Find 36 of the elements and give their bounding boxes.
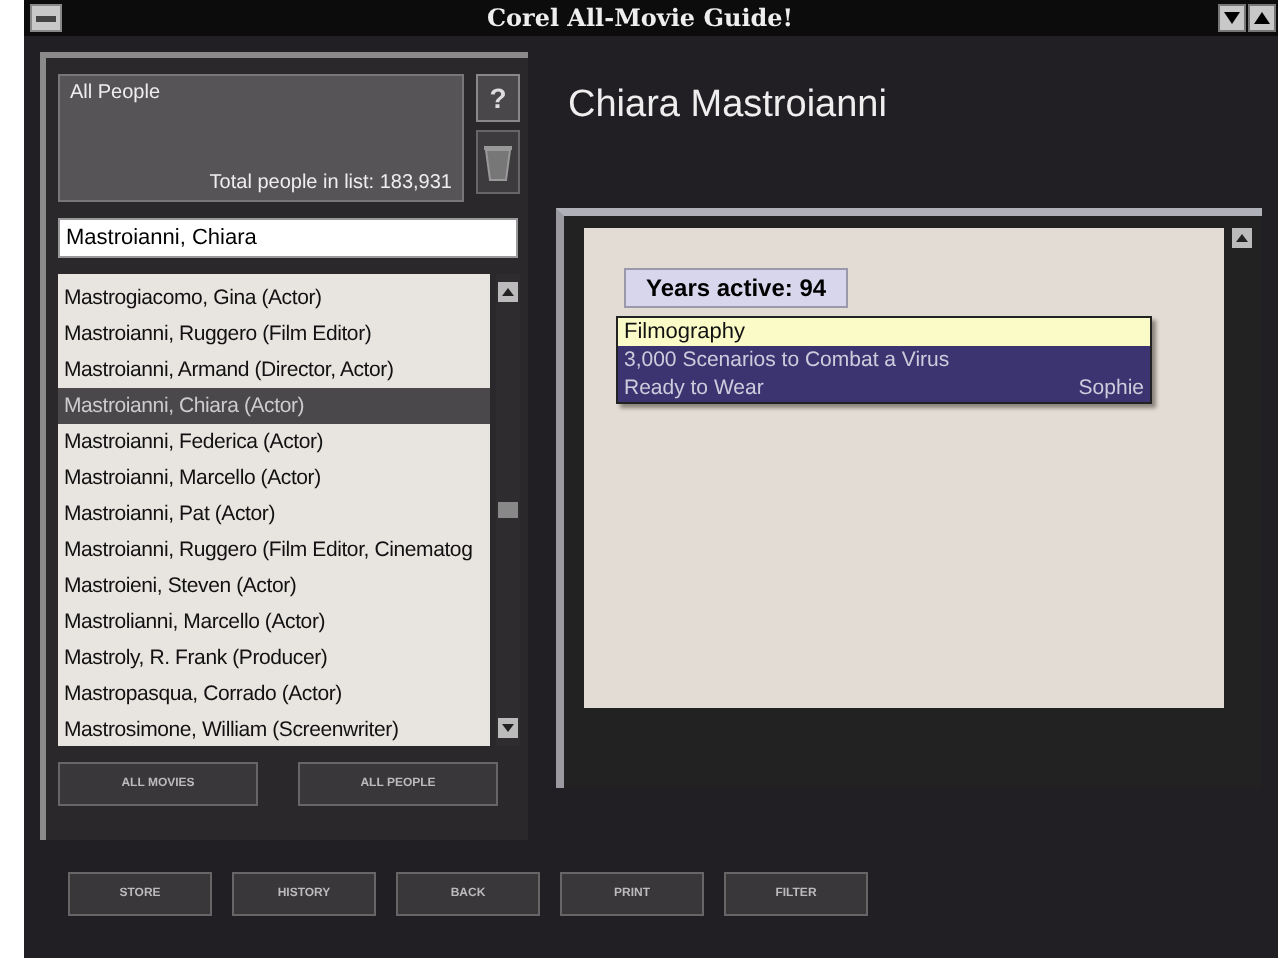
trash-icon [482,142,514,182]
person-name: Chiara Mastroianni [566,82,889,128]
person-list-item[interactable]: Mastrosimone, William (Screenwriter) [58,712,490,746]
movie-link[interactable]: 3,000 Scenarios to Combat a Virus [624,348,950,372]
person-list-item[interactable]: Mastroianni, Federica (Actor) [58,424,490,460]
scrollbar-thumb[interactable] [498,502,518,518]
years-active-button[interactable]: Years active: 94 [624,268,849,308]
role-text: Sophie [1078,376,1144,400]
maximize-button[interactable] [1248,4,1276,32]
person-list-item[interactable]: Mastroianni, Ruggero (Film Editor) [58,316,490,352]
window-title: Corel All-Movie Guide! [484,4,796,32]
person-list-item[interactable]: Mastroieni, Steven (Actor) [58,568,490,604]
person-list-item[interactable]: Mastrogiacomo, Gina (Actor) [58,280,490,316]
person-list-item[interactable]: Mastroianni, Marcello (Actor) [58,460,490,496]
movie-link[interactable]: Ready to Wear [624,376,764,400]
up-arrow-icon [498,282,518,302]
total-count: Total people in list: 183,931 [209,172,452,194]
down-arrow-icon [498,718,518,738]
minimize-button[interactable] [1218,4,1246,32]
person-list-item[interactable]: Mastroianni, Armand (Director, Actor) [58,352,490,388]
up-arrow-icon [1254,12,1270,24]
help-button[interactable]: ? [476,74,520,122]
person-list-item[interactable]: Mastroianni, Ruggero (Film Editor, Cinematog [58,532,490,568]
system-menu-button[interactable] [30,4,62,32]
person-list-item[interactable]: Mastroianni, Chiara (Actor) [58,388,490,424]
search-field[interactable]: Mastroianni, Chiara [58,218,518,258]
person-list-item[interactable]: Mastrolianni, Marcello (Actor) [58,604,490,640]
up-arrow-icon [1232,228,1252,248]
person-list-item[interactable]: Mastropasqua, Corrado (Actor) [58,676,490,712]
filmography-heading: Filmography [618,318,1150,346]
trash-help-button[interactable] [476,130,520,194]
scrollbar[interactable] [496,274,520,746]
person-list-item[interactable]: Mastroly, R. Frank (Producer) [58,640,490,676]
person-list-item[interactable]: Mastroianni, Pat (Actor) [58,496,490,532]
down-arrow-icon [1224,12,1240,24]
list-label: All People [70,82,163,104]
